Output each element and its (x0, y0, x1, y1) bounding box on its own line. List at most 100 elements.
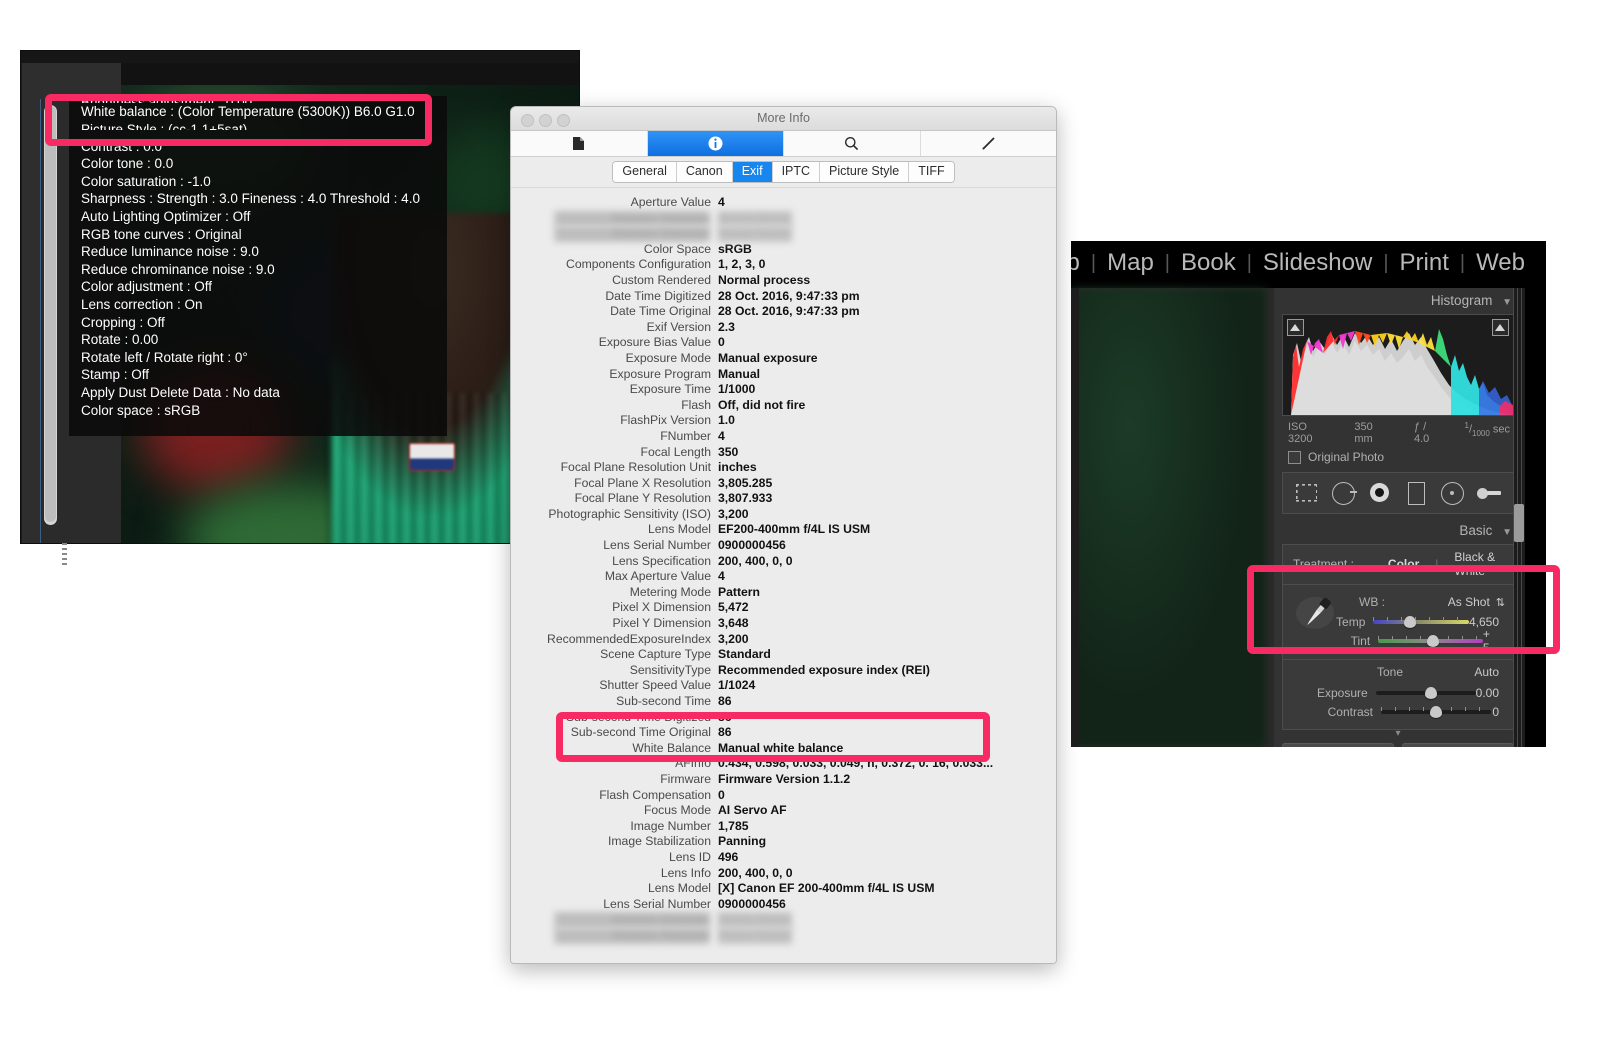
graduated-filter-icon[interactable] (1403, 480, 1429, 506)
exif-row: Lens ID 496 (511, 850, 1056, 866)
exif-key: Date Time Original (610, 304, 711, 319)
lightroom-tool-strip[interactable] (1282, 472, 1514, 514)
dpp-scrollbar-thumb[interactable] (45, 106, 56, 522)
shadow-clipping-icon[interactable] (1287, 319, 1304, 336)
tab-tiff[interactable]: TIFF (909, 162, 954, 182)
crop-overlay-icon[interactable] (1294, 480, 1320, 506)
contrast-slider-row[interactable]: Contrast 0 (1291, 702, 1505, 721)
adjustment-brush-icon[interactable] (1476, 480, 1502, 506)
tint-slider-row[interactable]: Tint + 5 (1291, 627, 1505, 655)
exif-row: Flash Off, did not fire (511, 398, 1056, 414)
exif-key: AFInfo (675, 756, 711, 771)
exif-row: Xxxxxxx Xxxxxxxx Xxxxx Xxxxx (511, 927, 1056, 944)
lightroom-module-list[interactable]: velop | Map | Book | Slideshow | Print |… (1071, 249, 1536, 277)
dpp-titlebar[interactable] (21, 51, 579, 63)
original-photo-toggle[interactable]: Original Photo (1274, 447, 1522, 470)
white-balance-block[interactable]: WB : As Shot ⇅ Temp 4,650 Tint + 5 (1283, 584, 1513, 659)
exif-value: Xxxxx Xxxxx (718, 927, 792, 944)
panel-collapse-handle[interactable]: ▾ (1274, 729, 1522, 740)
tab-canon[interactable]: Canon (676, 162, 733, 182)
sponsor-badge (409, 443, 455, 471)
basic-panel[interactable]: Treatment : Color | Black & White WB : A… (1282, 544, 1514, 730)
tab-exif[interactable]: Exif (732, 162, 773, 182)
histogram[interactable] (1282, 314, 1514, 416)
temp-slider[interactable] (1373, 616, 1469, 628)
dpp-line: Picture Style : (cc-1.1+5sat) (81, 121, 248, 130)
metadata-tabs[interactable]: General Canon Exif IPTC Picture Style TI… (612, 161, 955, 183)
exif-row: Exposure Mode Manual exposure (511, 351, 1056, 367)
exif-value: 3,200 (718, 631, 749, 646)
exif-key: Sub-second Time Digitized (566, 709, 711, 724)
basic-title: Basic (1459, 523, 1493, 538)
lightroom-image-preview[interactable] (1071, 288, 1266, 747)
eyedropper-icon[interactable] (1295, 593, 1339, 633)
auto-tone-button[interactable]: Auto (1474, 665, 1499, 679)
tab-general[interactable]: General (613, 162, 677, 182)
more-info-titlebar[interactable]: More Info (511, 107, 1056, 131)
exif-row: Exposure Program Manual (511, 367, 1056, 383)
module-develop[interactable]: velop (1071, 249, 1091, 277)
exif-key: Focal Plane X Resolution (574, 475, 711, 490)
chevron-down-icon[interactable]: ▼ (1502, 297, 1512, 308)
previous-button[interactable]: Previous (1282, 743, 1394, 747)
radial-filter-icon[interactable] (1439, 480, 1465, 506)
lightroom-panel-scrollbar[interactable] (1513, 288, 1525, 747)
wb-label: WB : (1359, 595, 1385, 609)
search-icon[interactable] (784, 131, 921, 156)
exposure-slider[interactable] (1375, 687, 1476, 699)
exif-row: AFInfo 0.434, 0.598, 0.033, 0.049, n, 0.3… (511, 756, 1056, 772)
tab-iptc[interactable]: IPTC (772, 162, 821, 182)
tint-slider[interactable] (1378, 635, 1483, 647)
contrast-slider[interactable] (1381, 706, 1491, 718)
basic-panel-header[interactable]: Basic ▼ (1274, 518, 1522, 544)
lightroom-right-panel[interactable]: Histogram ▼ ISO 3200 350 mm ƒ / 4.0 1/10… (1274, 288, 1522, 747)
pencil-icon[interactable] (921, 131, 1057, 156)
histogram-plot (1291, 329, 1513, 415)
red-eye-correction-icon[interactable] (1367, 480, 1393, 506)
treatment-color-option[interactable]: Color (1388, 557, 1419, 571)
treatment-bw-option[interactable]: Black & White (1454, 550, 1505, 578)
module-web[interactable]: Web (1465, 249, 1536, 277)
exif-key: Pixel Y Dimension (612, 616, 711, 631)
exif-row: Xxxxxxx Xxxxxxxx Xxxxx Xxxxx (511, 912, 1056, 928)
document-icon[interactable] (511, 131, 648, 156)
lightroom-window[interactable]: velop | Map | Book | Slideshow | Print |… (1071, 241, 1546, 747)
dpp-scrollbar-track[interactable] (44, 105, 57, 525)
reset-button[interactable]: Reset (1402, 743, 1514, 747)
spot-removal-icon[interactable] (1330, 480, 1358, 506)
highlight-clipping-icon[interactable] (1492, 319, 1509, 336)
histogram-panel-header[interactable]: Histogram ▼ (1274, 288, 1522, 314)
exif-key: Xxxxxxx Xxxxxxxx (511, 226, 718, 242)
module-slideshow[interactable]: Slideshow (1252, 249, 1383, 277)
more-info-tabstrip[interactable]: General Canon Exif IPTC Picture Style TI… (511, 157, 1056, 188)
exif-key: Focal Length (640, 444, 711, 459)
chevron-down-icon[interactable]: ▼ (1502, 527, 1512, 538)
exif-value: 2.3 (718, 319, 735, 334)
more-info-toolbar[interactable] (511, 131, 1056, 157)
exposure-slider-row[interactable]: Exposure 0.00 (1291, 683, 1505, 702)
module-book[interactable]: Book (1170, 249, 1247, 277)
document-glyph (573, 137, 585, 150)
dpp-resize-grip[interactable] (62, 543, 67, 567)
exif-key: Metering Mode (629, 584, 711, 599)
tab-picture-style[interactable]: Picture Style (820, 162, 910, 182)
scrollbar-thumb[interactable] (1514, 504, 1524, 542)
wb-value[interactable]: As Shot (1448, 595, 1496, 609)
lightroom-module-bar[interactable]: velop | Map | Book | Slideshow | Print |… (1071, 241, 1546, 288)
module-map[interactable]: Map (1096, 249, 1165, 277)
canon-dpp-window[interactable]: Brightness adjustment : 0.00 White balan… (20, 50, 580, 567)
stepper-icon[interactable]: ⇅ (1496, 596, 1505, 609)
exif-row: White Balance Manual white balance (511, 741, 1056, 757)
more-info-window[interactable]: More Info General Canon Exif IPTC Pictur… (510, 106, 1057, 964)
exif-row: Date Time Digitized 28 Oct. 2016, 9:47:33… (511, 289, 1056, 305)
info-icon[interactable] (647, 131, 784, 156)
exif-value: 200, 400, 0, 0 (718, 865, 793, 880)
module-print[interactable]: Print (1389, 249, 1460, 277)
treatment-row[interactable]: Treatment : Color | Black & White (1283, 545, 1513, 584)
exif-row: Lens Model EF200-400mm f/4L IS USM (511, 522, 1056, 538)
exif-key: Exposure Bias Value (598, 335, 711, 350)
lightroom-action-buttons[interactable]: Previous Reset (1282, 743, 1514, 747)
exif-value: 3,805.285 (718, 475, 773, 490)
checkbox-icon[interactable] (1288, 450, 1301, 464)
tone-block[interactable]: Tone Auto Exposure 0.00 Contrast 0 (1283, 659, 1513, 729)
